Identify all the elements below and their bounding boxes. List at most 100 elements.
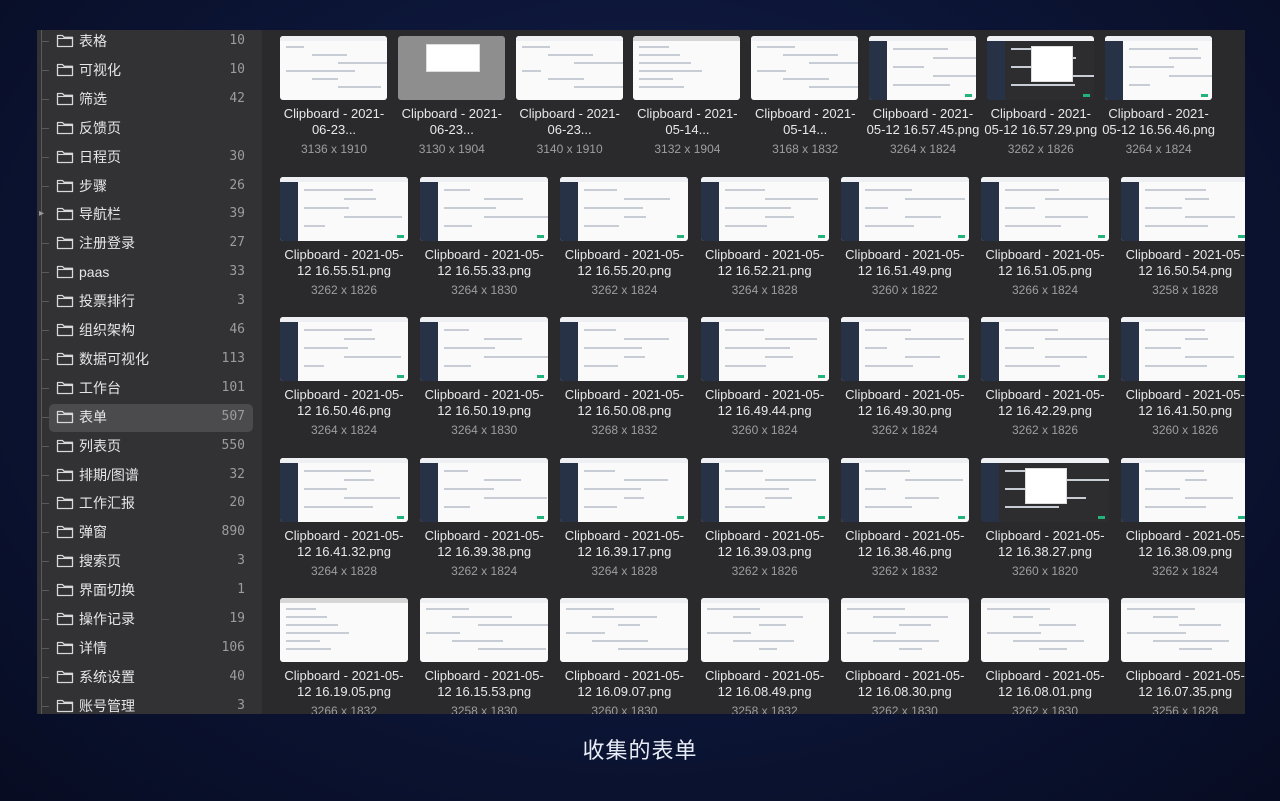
file-thumbnail [981,317,1109,381]
sidebar-folder-item[interactable]: 反馈页 [37,113,262,143]
file-name: Clipboard - 2021- 05-12 16.57.45.png [866,106,980,137]
file-item[interactable]: Clipboard - 2021-05- 12 16.39.38.png 3262… [414,452,554,588]
thumb-header [981,317,1109,322]
file-item[interactable]: Clipboard - 2021-05- 12 16.50.54.png 3258… [1115,171,1245,307]
sidebar-folder-item[interactable]: 操作记录 19 [37,605,262,634]
folder-icon [56,62,74,77]
file-item[interactable]: Clipboard - 2021-05- 12 16.39.03.png 3262… [695,452,835,588]
sidebar-folder-item[interactable]: 可视化 10 [37,55,262,85]
sidebar-folder-item[interactable]: 投票排行 3 [37,287,262,317]
file-name: Clipboard - 2021-05- 12 16.51.05.png [985,246,1105,278]
sidebar-folder-item[interactable]: 工作汇报 20 [37,489,262,519]
thumb-nav [840,462,859,522]
file-name: Clipboard - 2021-05- 12 16.39.17.png [564,527,684,559]
sidebar-folder-item[interactable]: 表单 507 [37,402,262,432]
thumb-text-line [724,329,764,331]
file-item[interactable]: Clipboard - 2021-05- 12 16.38.46.png 3262… [835,452,975,588]
file-item[interactable]: Clipboard - 2021-05- 12 16.51.49.png 3260… [835,171,975,307]
file-item[interactable]: Clipboard - 2021- 05-12 16.56.46.png 3264… [1099,30,1219,166]
file-item[interactable]: Clipboard - 2021-05- 12 16.08.49.png 3258… [695,592,835,714]
file-item[interactable]: Clipboard - 2021-05- 12 16.52.21.png 3264… [695,171,835,307]
sidebar-folder-item[interactable]: 排期/图谱 32 [37,460,262,490]
file-dimensions: 3258 x 1830 [451,704,518,714]
sidebar-folder-item[interactable]: 筛选 42 [37,84,262,114]
sidebar-folder-item[interactable]: 系统设置 40 [37,662,262,692]
file-name: Clipboard - 2021-05- 12 16.55.33.png [424,246,544,278]
file-item[interactable]: Clipboard - 2021-05- 12 16.15.53.png 3258… [414,592,554,714]
sidebar-folder-item[interactable]: 组织架构 46 [37,316,262,345]
thumb-text-line [338,62,387,64]
thumb-text-line [484,478,522,481]
file-item[interactable]: Clipboard - 2021-05- 12 16.51.05.png 3266… [975,171,1115,307]
chevron-right-icon[interactable]: ▸ [39,207,44,221]
file-item[interactable]: Clipboard - 2021-05- 12 16.55.20.png 3262… [554,171,694,307]
file-item[interactable]: Clipboard - 2021-05- 12 16.09.07.png 3260… [554,592,694,714]
file-item[interactable]: Clipboard - 2021-05- 12 16.41.50.png 3260… [1115,311,1245,447]
file-item[interactable]: Clipboard - 2021- 05-14... 3132 x 1904 [627,30,747,166]
thumb-button [1238,375,1245,378]
folder-icon [56,33,74,48]
thumb-text-line [286,616,327,618]
file-item[interactable]: Clipboard - 2021- 05-12 16.57.29.png 3262… [981,30,1101,166]
thumb-header [840,317,969,322]
file-item[interactable]: Clipboard - 2021-05- 12 16.55.33.png 3264… [414,171,554,307]
file-item[interactable]: Clipboard - 2021-05- 12 16.07.35.png 3256… [1115,592,1245,714]
file-item[interactable]: Clipboard - 2021-05- 12 16.39.17.png 3264… [554,452,694,588]
folder-icon [56,698,74,713]
tree-branch-line [41,387,49,389]
file-item[interactable]: Clipboard - 2021- 05-14... 3168 x 1832 [745,30,865,166]
thumb-header [1121,457,1245,463]
folder-label: 注册登录 [79,235,135,252]
thumb-text-line [1005,224,1061,227]
file-item[interactable]: Clipboard - 2021- 06-23... 3140 x 1910 [510,30,630,166]
folder-count: 27 [229,235,245,251]
sidebar-folder-item[interactable]: 数据可视化 113 [37,344,262,374]
file-item[interactable]: Clipboard - 2021- 05-12 16.57.45.png 3264… [863,30,983,166]
thumb-text-line [1005,347,1034,349]
sidebar-folder-item[interactable]: 搜索页 3 [37,547,262,577]
file-item[interactable]: Clipboard - 2021-05- 12 16.08.30.png 3262… [835,592,975,714]
thumb-text-line [286,70,355,72]
file-item[interactable]: Clipboard - 2021-05- 12 16.49.44.png 3260… [695,311,835,447]
file-item[interactable]: Clipboard - 2021-05- 12 16.19.05.png 3266… [274,592,414,714]
file-item[interactable]: Clipboard - 2021-05- 12 16.50.19.png 3264… [414,311,554,447]
file-name: Clipboard - 2021- 06-23... [283,106,385,137]
sidebar-folder-item[interactable]: 工作台 101 [37,373,262,403]
thumb-text-line [639,86,685,88]
file-item[interactable]: Clipboard - 2021-05- 12 16.38.09.png 3262… [1115,452,1245,588]
file-item[interactable]: Clipboard - 2021- 06-23... 3130 x 1904 [392,30,512,166]
sidebar-folder-item[interactable]: 注册登录 27 [37,229,262,259]
sidebar-folder-item[interactable]: ▸ 导航栏 39 [37,200,262,230]
sidebar-folder-item[interactable]: 列表页 550 [37,431,262,461]
file-dimensions: 3260 x 1826 [1152,423,1219,437]
file-item[interactable]: Clipboard - 2021-05- 12 16.38.27.png 3260… [975,452,1115,588]
sidebar-folder-item[interactable]: 步骤 26 [37,171,262,201]
thumb-header [1121,317,1245,322]
thumb-text-line [584,206,644,209]
file-item[interactable]: Clipboard - 2021-05- 12 16.50.08.png 3268… [554,311,694,447]
file-item[interactable]: Clipboard - 2021-05- 12 16.49.30.png 3262… [835,311,975,447]
thumb-header [280,317,408,322]
sidebar-folder-item[interactable]: 表格 10 [37,30,262,56]
thumb-header [560,598,689,603]
file-item[interactable]: Clipboard - 2021-05- 12 16.50.46.png 3264… [274,311,414,447]
thumb-text-line [484,338,523,340]
sidebar-folder-item[interactable]: 界面切换 1 [37,576,262,606]
file-name: Clipboard - 2021-05- 12 16.49.44.png [704,387,825,418]
file-item[interactable]: Clipboard - 2021- 06-23... 3136 x 1910 [274,30,394,166]
file-item[interactable]: Clipboard - 2021-05- 12 16.08.01.png 3262… [975,592,1115,714]
thumb-text-line [724,347,790,349]
sidebar-folder-item[interactable]: 日程页 30 [37,142,262,172]
folder-label: 可视化 [79,61,121,78]
sidebar-folder-item[interactable]: 账号管理 3 [37,691,262,714]
thumb-text-line [444,206,497,209]
folder-label: paas [79,264,110,281]
file-item[interactable]: Clipboard - 2021-05- 12 16.55.51.png 3262… [274,171,414,307]
file-item[interactable]: Clipboard - 2021-05- 12 16.42.29.png 3262… [975,311,1115,447]
file-item[interactable]: Clipboard - 2021-05- 12 16.41.32.png 3264… [274,452,414,588]
sidebar-folder-item[interactable]: paas 33 [37,258,262,288]
file-dimensions: 3264 x 1830 [451,423,518,437]
sidebar-folder-item[interactable]: 弹窗 890 [37,518,262,548]
sidebar-folder-item[interactable]: 详情 106 [37,633,262,663]
thumb-text-line [584,505,618,508]
